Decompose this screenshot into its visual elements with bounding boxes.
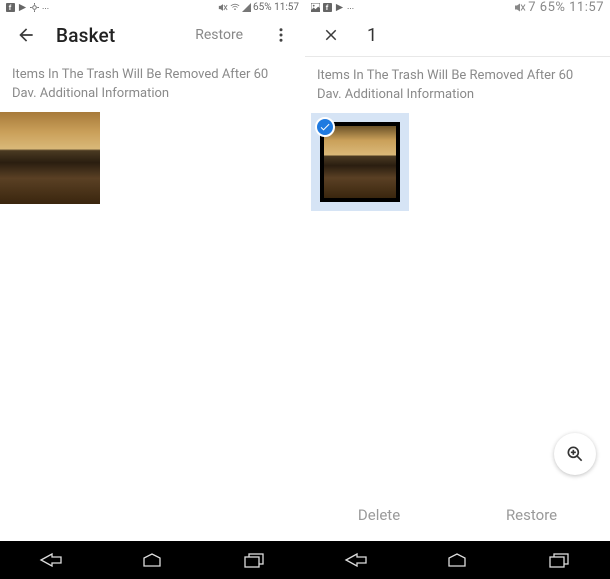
restore-button[interactable]: Restore	[506, 506, 557, 524]
nav-recents-button[interactable]	[540, 549, 578, 571]
info-line-2: Dav. Additional Information	[317, 86, 598, 105]
restore-button[interactable]: Restore	[195, 27, 243, 43]
sun-icon	[30, 3, 39, 12]
mute-icon	[514, 2, 526, 13]
page-title: Basket	[56, 24, 177, 47]
info-line-2: Dav. Additional Information	[12, 85, 293, 104]
info-line-1: Items In The Trash Will Be Removed After…	[12, 67, 268, 82]
photo-grid	[305, 107, 610, 211]
status-bar: f ... 7 65% 11:57	[305, 0, 610, 14]
status-bar: f ... 65% 11:57	[0, 0, 305, 14]
selection-count: 1	[367, 25, 377, 46]
app-bar-selection: 1	[305, 14, 610, 56]
status-left-icons: f ...	[6, 2, 49, 12]
photo-thumbnail-selected[interactable]	[311, 113, 409, 211]
battery-text: 7 65% 11:57	[528, 0, 604, 15]
battery-text: 65% 11:57	[253, 2, 299, 13]
screen-basket: f ... 65% 11:57 Basket Restore I	[0, 0, 305, 579]
info-message: Items In The Trash Will Be Removed After…	[305, 57, 610, 107]
nav-back-button[interactable]	[337, 549, 375, 571]
check-icon	[315, 117, 335, 137]
nav-home-button[interactable]	[133, 549, 171, 571]
signal-icon	[242, 3, 251, 12]
status-left-icons: f ...	[311, 2, 354, 12]
svg-text:f: f	[9, 3, 12, 12]
more-menu-button[interactable]	[269, 23, 293, 47]
nav-recents-button[interactable]	[235, 549, 273, 571]
play-icon	[335, 3, 344, 12]
close-button[interactable]	[319, 23, 343, 47]
wifi-icon	[230, 3, 240, 12]
action-bar: Delete Restore	[305, 493, 610, 537]
info-message: Items In The Trash Will Be Removed After…	[0, 56, 305, 106]
ellipsis-icon: ...	[42, 2, 49, 12]
back-button[interactable]	[14, 23, 38, 47]
facebook-icon: f	[6, 3, 15, 12]
status-right: 7 65% 11:57	[514, 0, 604, 15]
status-right: 65% 11:57	[218, 2, 299, 13]
app-bar: Basket Restore	[0, 14, 305, 56]
delete-button[interactable]: Delete	[358, 506, 400, 524]
info-line-1: Items In The Trash Will Be Removed After…	[317, 68, 573, 83]
play-icon	[18, 3, 27, 12]
svg-text:f: f	[326, 3, 329, 12]
nav-back-button[interactable]	[32, 549, 70, 571]
zoom-fab[interactable]	[554, 433, 596, 475]
nav-home-button[interactable]	[438, 549, 476, 571]
photo-thumbnail[interactable]	[0, 112, 100, 204]
ellipsis-icon: ...	[347, 2, 354, 12]
mute-icon	[218, 3, 228, 12]
navigation-bar	[0, 541, 610, 579]
photo-grid	[0, 106, 305, 204]
screen-selection: f ... 7 65% 11:57 1 Items In The Trash W…	[305, 0, 610, 579]
image-icon	[311, 3, 320, 12]
facebook-icon: f	[323, 3, 332, 12]
